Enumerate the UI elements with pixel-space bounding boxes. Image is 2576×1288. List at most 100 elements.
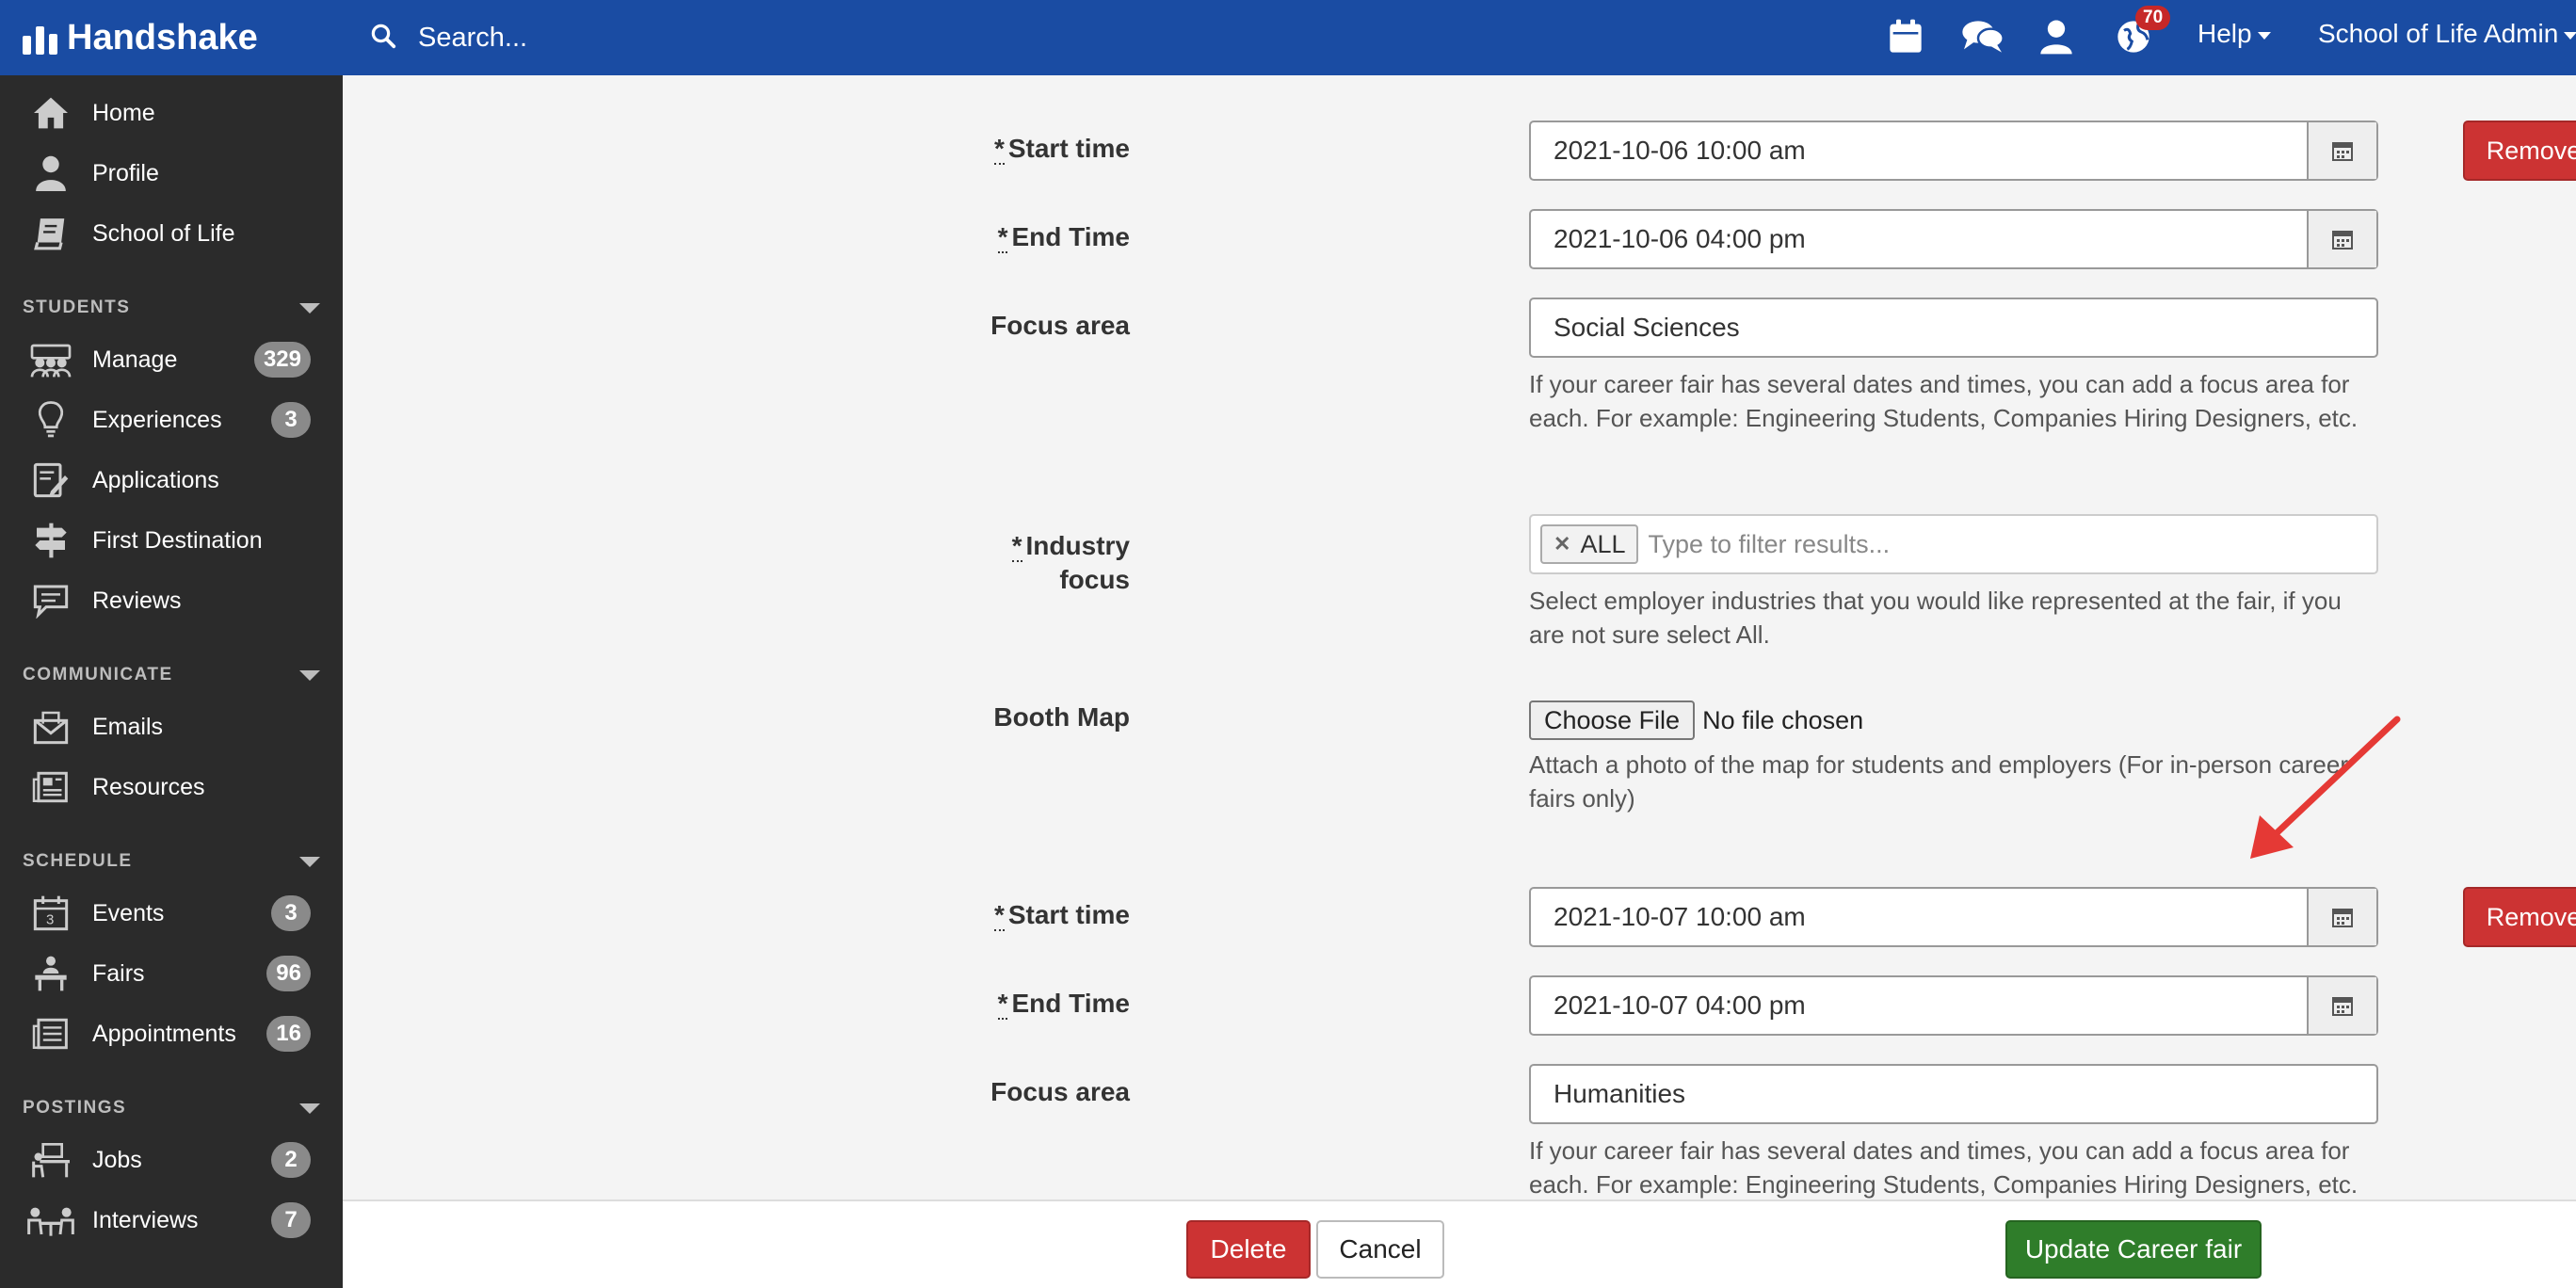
sidebar-item-label: Reviews bbox=[92, 587, 182, 614]
count-badge: 3 bbox=[271, 402, 311, 438]
calendar-icon[interactable] bbox=[2307, 889, 2376, 945]
sidebar-item-label: Events bbox=[92, 899, 165, 926]
comment-icon bbox=[26, 578, 75, 623]
sidebar-item-events[interactable]: 3 Events 3 bbox=[0, 887, 343, 940]
end-time-value: 2021-10-07 04:00 pm bbox=[1554, 990, 1806, 1020]
required-marker: * bbox=[997, 222, 1008, 253]
count-badge: 96 bbox=[266, 956, 311, 991]
handshake-logo[interactable]: Handshake bbox=[23, 13, 258, 62]
sidebar-item-label: Jobs bbox=[92, 1146, 142, 1173]
sidebar-item-profile[interactable]: Profile bbox=[0, 147, 343, 200]
sidebar-item-school-of-life[interactable]: School of Life bbox=[0, 207, 343, 260]
sidebar-item-emails[interactable]: Emails bbox=[0, 700, 343, 753]
start-time-field[interactable]: 2021-10-07 10:00 am bbox=[1529, 887, 2378, 947]
industry-tag-label: ALL bbox=[1580, 529, 1626, 558]
sidebar-item-first-destination[interactable]: First Destination bbox=[0, 514, 343, 567]
calendar-icon[interactable] bbox=[2307, 122, 2376, 179]
search-bar bbox=[369, 17, 983, 58]
end-time-value: 2021-10-06 04:00 pm bbox=[1554, 224, 1806, 253]
end-time-field[interactable]: 2021-10-06 04:00 pm bbox=[1529, 209, 2378, 269]
desk-icon bbox=[26, 1137, 75, 1183]
search-input[interactable] bbox=[418, 22, 983, 54]
sidebar-item-resources[interactable]: Resources bbox=[0, 761, 343, 813]
section-header-communicate[interactable]: COMMUNICATE bbox=[23, 665, 320, 685]
sidebar-item-label: Emails bbox=[92, 713, 164, 740]
count-badge: 7 bbox=[271, 1202, 311, 1238]
remove-session-button[interactable]: Remove bbox=[2463, 887, 2576, 947]
section-header-students[interactable]: STUDENTS bbox=[23, 298, 320, 318]
lightbulb-icon bbox=[26, 397, 75, 443]
section-title: STUDENTS bbox=[23, 298, 131, 317]
sidebar-item-label: Experiences bbox=[92, 406, 222, 433]
remove-tag-icon[interactable]: ✕ bbox=[1554, 532, 1570, 556]
required-marker: * bbox=[997, 989, 1008, 1020]
messages-icon[interactable] bbox=[1960, 13, 2005, 60]
count-badge: 329 bbox=[253, 342, 311, 378]
sidebar-item-applications[interactable]: Applications bbox=[0, 454, 343, 507]
sidebar-item-label: Fairs bbox=[92, 959, 145, 987]
industry-tag[interactable]: ✕ ALL bbox=[1540, 524, 1639, 564]
file-status: No file chosen bbox=[1702, 705, 1864, 734]
sidebar-item-jobs[interactable]: Jobs 2 bbox=[0, 1134, 343, 1186]
calendar-icon[interactable] bbox=[1883, 13, 1928, 60]
sidebar-item-home[interactable]: Home bbox=[0, 87, 343, 139]
industry-focus-help: Select employer industries that you woul… bbox=[1529, 587, 2342, 649]
form-action-bar: Delete Cancel Update Career fair bbox=[343, 1199, 2576, 1288]
start-time-field[interactable]: 2021-10-06 10:00 am bbox=[1529, 121, 2378, 181]
required-marker: * bbox=[1011, 531, 1022, 562]
calendar-icon[interactable] bbox=[2307, 977, 2376, 1034]
required-marker: * bbox=[993, 134, 1005, 165]
remove-session-button[interactable]: Remove bbox=[2463, 121, 2576, 181]
section-header-schedule[interactable]: SCHEDULE bbox=[23, 851, 320, 872]
required-marker: * bbox=[993, 900, 1005, 931]
cancel-button[interactable]: Cancel bbox=[1316, 1220, 1444, 1279]
focus-area-label: Focus area bbox=[990, 311, 1130, 340]
help-menu[interactable]: Help bbox=[2198, 19, 2271, 49]
globe-notifications-icon[interactable]: 70 bbox=[2111, 6, 2171, 60]
user-account-icon[interactable] bbox=[2034, 13, 2079, 60]
handshake-logo-icon bbox=[23, 21, 57, 55]
newspaper-icon bbox=[26, 765, 75, 810]
calendar-icon[interactable] bbox=[2307, 211, 2376, 267]
top-navigation-bar: Handshake 70 Help School of Life Admin bbox=[0, 0, 2576, 75]
chevron-down-icon bbox=[299, 1103, 320, 1114]
booth-map-file-input: Choose File No file chosen bbox=[1529, 700, 1863, 740]
sidebar-item-fairs[interactable]: Fairs 96 bbox=[0, 947, 343, 1000]
choose-file-button[interactable]: Choose File bbox=[1529, 700, 1696, 740]
sidebar-item-reviews[interactable]: Reviews bbox=[0, 574, 343, 627]
end-time-label: * End Time bbox=[997, 222, 1130, 253]
start-time-value: 2021-10-07 10:00 am bbox=[1554, 902, 1806, 931]
end-time-field[interactable]: 2021-10-07 04:00 pm bbox=[1529, 975, 2378, 1036]
logo-text: Handshake bbox=[67, 17, 258, 57]
section-header-postings[interactable]: POSTINGS bbox=[23, 1098, 320, 1119]
focus-area-input[interactable]: Humanities bbox=[1529, 1064, 2378, 1124]
svg-text:3: 3 bbox=[46, 912, 54, 928]
end-time-label: * End Time bbox=[997, 989, 1130, 1020]
sidebar-item-label: Appointments bbox=[92, 1020, 236, 1047]
focus-area-value: Humanities bbox=[1554, 1079, 1686, 1108]
delete-button[interactable]: Delete bbox=[1186, 1220, 1311, 1279]
help-label: Help bbox=[2198, 19, 2252, 48]
focus-area-help: If your career fair has several dates an… bbox=[1529, 1136, 2359, 1199]
focus-area-input[interactable]: Social Sciences bbox=[1529, 298, 2378, 358]
section-title: COMMUNICATE bbox=[23, 665, 173, 684]
chevron-down-icon bbox=[299, 302, 320, 314]
notification-count-badge: 70 bbox=[2135, 6, 2171, 30]
sidebar-item-appointments[interactable]: Appointments 16 bbox=[0, 1007, 343, 1060]
sidebar-item-interviews[interactable]: Interviews 7 bbox=[0, 1194, 343, 1247]
industry-filter-input[interactable] bbox=[1648, 529, 2119, 559]
sidebar-item-label: School of Life bbox=[92, 219, 235, 247]
sidebar-item-manage[interactable]: Manage 329 bbox=[0, 333, 343, 386]
account-label: School of Life Admin bbox=[2318, 19, 2559, 48]
focus-area-value: Social Sciences bbox=[1554, 313, 1740, 342]
update-career-fair-button[interactable]: Update Career fair bbox=[2005, 1220, 2262, 1279]
chevron-down-icon bbox=[299, 669, 320, 681]
booth-icon bbox=[26, 951, 75, 996]
chevron-down-icon bbox=[299, 856, 320, 867]
section-title: POSTINGS bbox=[23, 1098, 127, 1118]
chevron-down-icon bbox=[2564, 32, 2576, 40]
account-menu[interactable]: School of Life Admin bbox=[2318, 19, 2576, 49]
industry-focus-select[interactable]: ✕ ALL bbox=[1529, 514, 2378, 574]
annotation-arrow bbox=[2250, 716, 2401, 859]
sidebar-item-experiences[interactable]: Experiences 3 bbox=[0, 394, 343, 446]
